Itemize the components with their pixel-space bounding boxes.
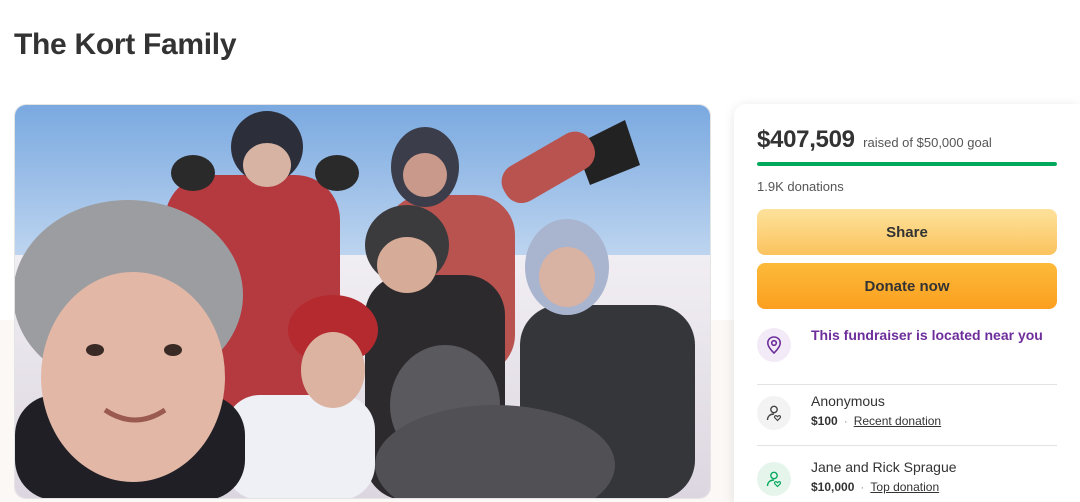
progress-bar-fill xyxy=(757,162,1057,166)
donor-item: Anonymous $100 · Recent donation xyxy=(757,392,1057,430)
family-photo-image xyxy=(15,105,710,498)
location-notice: This fundraiser is located near you xyxy=(757,324,1057,362)
donor-amount: $100 xyxy=(811,414,838,428)
recent-donation-link[interactable]: Recent donation xyxy=(854,414,941,428)
progress-bar xyxy=(757,162,1057,166)
donate-now-button[interactable]: Donate now xyxy=(757,263,1057,309)
donor-heart-icon xyxy=(757,462,791,496)
separator-dot: · xyxy=(843,414,848,428)
location-pin-icon xyxy=(757,328,791,362)
donor-heart-icon xyxy=(757,396,791,430)
raised-goal-text: raised of $50,000 goal xyxy=(863,135,992,150)
separator-dot: · xyxy=(860,480,865,494)
donor-name: Anonymous xyxy=(811,393,885,409)
donations-count: 1.9K donations xyxy=(757,179,844,194)
donor-item: Jane and Rick Sprague $10,000 · Top donati… xyxy=(757,458,1057,496)
share-button[interactable]: Share xyxy=(757,209,1057,255)
donor-name: Jane and Rick Sprague xyxy=(811,459,957,475)
divider xyxy=(757,445,1057,446)
location-text: This fundraiser is located near you xyxy=(811,327,1043,343)
donation-sidebar-card: $407,509 raised of $50,000 goal 1.9K don… xyxy=(734,104,1080,502)
raised-summary: $407,509 raised of $50,000 goal xyxy=(757,126,992,154)
raised-amount: $407,509 xyxy=(757,126,855,153)
fundraiser-photo[interactable] xyxy=(14,104,711,499)
donor-amount: $10,000 xyxy=(811,480,855,494)
page-title: The Kort Family xyxy=(14,28,237,61)
top-donation-link[interactable]: Top donation xyxy=(870,480,939,494)
divider xyxy=(757,384,1057,385)
